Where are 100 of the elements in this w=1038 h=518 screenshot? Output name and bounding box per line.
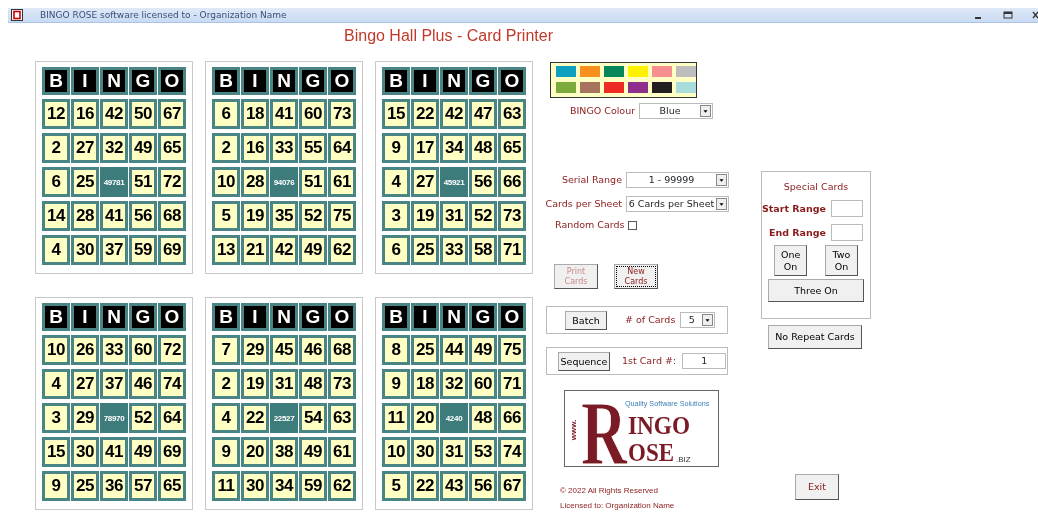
number-cell: 19 (241, 369, 269, 400)
number-cell: 2 (212, 369, 240, 400)
sequence-button[interactable]: Sequence (558, 351, 610, 371)
number-cell: 4 (382, 167, 410, 197)
colour-swatch[interactable] (676, 82, 696, 93)
column-header: G (129, 303, 157, 332)
number-cell: 31 (440, 437, 468, 468)
number-cell: 10 (382, 437, 410, 468)
number-cell: 27 (71, 369, 99, 400)
number-cell: 73 (328, 99, 356, 129)
number-cell: 25 (411, 335, 439, 366)
number-cell: 61 (328, 167, 356, 197)
number-cell: 22 (241, 403, 269, 434)
colour-swatch[interactable] (604, 82, 624, 93)
colour-swatch[interactable] (580, 66, 600, 77)
new-cards-button[interactable]: New Cards (614, 264, 658, 290)
number-cell: 60 (469, 369, 497, 400)
number-of-cards-dropdown[interactable]: 5 (680, 312, 716, 329)
number-cell: 74 (158, 369, 186, 400)
number-cell: 35 (270, 201, 298, 231)
close-icon[interactable] (1032, 10, 1038, 20)
colour-swatch[interactable] (604, 66, 624, 77)
colour-swatch[interactable] (652, 82, 672, 93)
cards-per-sheet-dropdown[interactable]: 6 Cards per Sheet (626, 196, 729, 212)
number-cell: 51 (299, 167, 327, 197)
column-header: B (212, 67, 240, 95)
number-cell: 62 (328, 235, 356, 265)
number-cell: 60 (129, 335, 157, 366)
card-serial-cell: 49781 (100, 167, 128, 197)
column-header: G (129, 67, 157, 95)
batch-button[interactable]: Batch (565, 310, 607, 330)
number-cell: 19 (411, 201, 439, 231)
number-cell: 20 (411, 403, 439, 434)
one-on-button[interactable]: One On (774, 245, 807, 277)
number-cell: 49 (469, 335, 497, 366)
first-card-field[interactable]: 1 (682, 353, 727, 370)
copyright-text: © 2022 All Rights Reserved (560, 486, 659, 496)
random-cards-label: Random Cards (555, 218, 625, 232)
column-header: I (71, 67, 99, 95)
column-header: N (270, 303, 298, 332)
number-cell: 30 (71, 235, 99, 265)
app-icon (11, 9, 23, 21)
column-header: G (469, 303, 497, 332)
number-cell: 19 (241, 201, 269, 231)
end-range-field[interactable] (831, 224, 863, 242)
colour-swatch[interactable] (556, 82, 576, 93)
three-on-button[interactable]: Three On (768, 279, 864, 303)
number-cell: 3 (42, 403, 70, 434)
number-cell: 49 (129, 437, 157, 468)
column-header: G (469, 67, 497, 95)
colour-swatch[interactable] (628, 66, 648, 77)
column-header: O (158, 67, 186, 95)
number-cell: 37 (100, 235, 128, 265)
card-serial-cell: 4240 (440, 403, 468, 434)
column-header: O (158, 303, 186, 332)
number-cell: 34 (270, 471, 298, 502)
exit-button[interactable]: Exit (795, 474, 839, 500)
special-cards-title: Special Cards (783, 180, 849, 194)
no-repeat-cards-button[interactable]: No Repeat Cards (768, 325, 862, 349)
number-cell: 33 (270, 133, 298, 163)
number-cell: 25 (411, 235, 439, 265)
colour-swatch[interactable] (556, 66, 576, 77)
colour-swatch[interactable] (676, 66, 696, 77)
bingo-colour-dropdown[interactable]: Blue (639, 103, 714, 119)
start-range-label: Start Range (761, 201, 826, 216)
two-on-button[interactable]: Two On (825, 245, 858, 277)
cards-per-sheet-label: Cards per Sheet (544, 196, 622, 211)
card-serial-cell: 94076 (270, 167, 298, 197)
number-cell: 34 (440, 133, 468, 163)
column-header: G (299, 67, 327, 95)
column-header: N (440, 303, 468, 332)
column-header: B (382, 303, 410, 332)
number-cell: 28 (241, 167, 269, 197)
number-cell: 75 (328, 201, 356, 231)
card-serial-cell: 45921 (440, 167, 468, 197)
start-range-field[interactable] (831, 200, 863, 218)
number-cell: 54 (299, 403, 327, 434)
number-cell: 51 (129, 167, 157, 197)
number-cell: 65 (498, 133, 526, 163)
colour-swatch[interactable] (580, 82, 600, 93)
number-cell: 52 (299, 201, 327, 231)
serial-range-dropdown[interactable]: 1 - 99999 (626, 172, 729, 188)
number-cell: 46 (129, 369, 157, 400)
colour-swatch[interactable] (628, 82, 648, 93)
number-cell: 65 (158, 471, 186, 502)
number-cell: 69 (158, 437, 186, 468)
number-cell: 32 (440, 369, 468, 400)
column-header: B (42, 67, 70, 95)
number-cell: 4 (42, 235, 70, 265)
random-cards-checkbox[interactable] (627, 220, 637, 230)
restore-icon[interactable] (1002, 10, 1014, 20)
number-cell: 63 (328, 403, 356, 434)
number-cell: 30 (241, 471, 269, 502)
number-cell: 3 (382, 201, 410, 231)
number-cell: 6 (212, 99, 240, 129)
colour-swatch[interactable] (652, 66, 672, 77)
number-cell: 71 (498, 235, 526, 265)
column-header: N (440, 67, 468, 95)
number-cell: 6 (42, 167, 70, 197)
number-cell: 31 (270, 369, 298, 400)
